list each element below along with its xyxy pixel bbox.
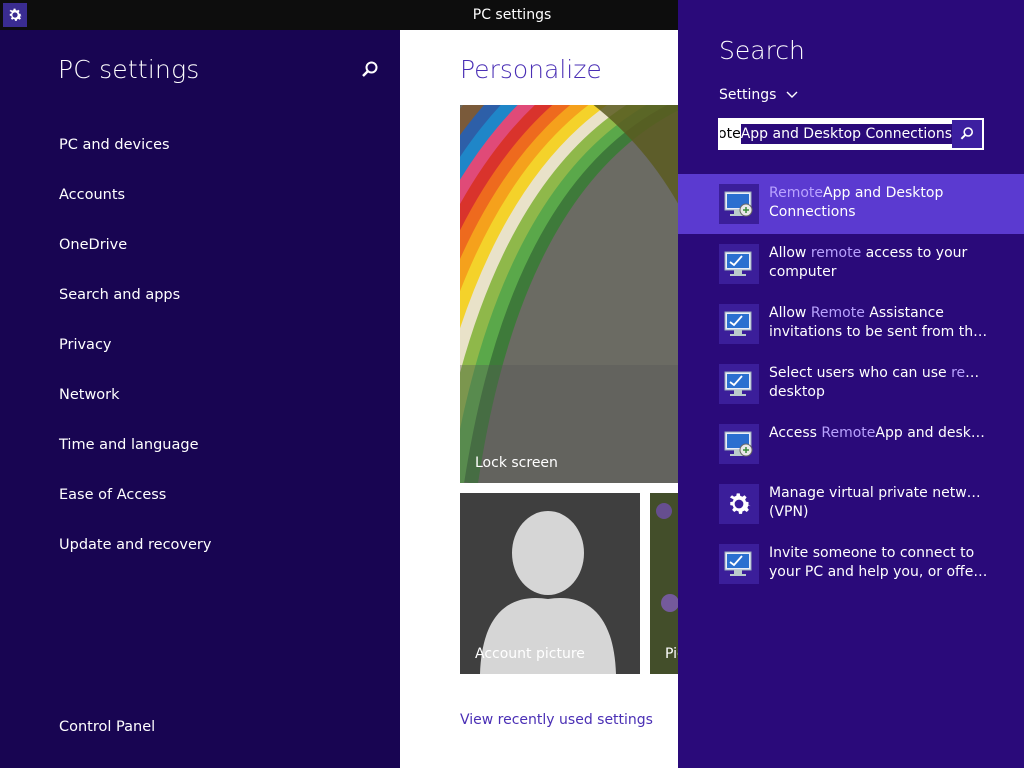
settings-nav: PC settings PC and devices Accounts OneD… [0,30,400,768]
nav-item-network[interactable]: Network [59,387,120,403]
search-result-item[interactable]: Select users who can use remote desktop [678,354,1024,414]
nav-heading: PC settings [58,55,200,84]
result-text: Manage virtual private networks [769,485,989,501]
search-query-prefix: ote [720,126,741,142]
gear-icon [719,484,759,524]
result-text-line2: desktop [769,384,825,400]
result-text: Select users who can use [769,365,952,381]
result-text: App and desktops [875,425,989,441]
remote-desktop-icon [719,184,759,224]
remote-desktop-icon [719,424,759,464]
search-query-text[interactable]: oteApp and Desktop Connections [720,120,952,148]
result-text: Allow [769,305,811,321]
search-icon [960,127,973,140]
picture-password-tile[interactable]: Pic [650,493,678,674]
control-panel-link[interactable]: Control Panel [59,719,155,735]
search-result-item[interactable]: RemoteApp and Desktop Connections [678,174,1024,234]
result-text: Assistance [864,305,944,321]
view-recent-settings-link[interactable]: View recently used settings [460,712,653,728]
nav-item-ease-of-access[interactable]: Ease of Access [59,487,166,503]
result-text-line2: Connections [769,204,856,220]
lock-screen-tile[interactable]: Lock screen [460,105,678,483]
system-monitor-icon [719,544,759,584]
search-result-item[interactable]: Allow Remote Assistance invitations to b… [678,294,1024,354]
search-query-selection: App and Desktop Connections [740,124,952,144]
search-results-list: RemoteApp and Desktop Connections Allow … [678,174,1024,594]
nav-item-pc-and-devices[interactable]: PC and devices [59,137,170,153]
result-text-line2: your PC and help you, or offer t... [769,564,989,580]
account-picture-label: Account picture [475,646,585,662]
search-charm-title: Search [719,36,805,65]
result-text: App and Desktop [823,185,944,201]
search-charm-pane: Search Settings oteApp and Desktop Conne… [678,0,1024,768]
result-text-line2: invitations to be sent from this c... [769,324,989,340]
search-result-item[interactable]: Manage virtual private networks (VPN) [678,474,1024,534]
search-scope-label: Settings [719,87,777,103]
page-title: Personalize [460,55,602,84]
search-result-item[interactable]: Access RemoteApp and desktops [678,414,1024,474]
nav-item-accounts[interactable]: Accounts [59,187,125,203]
search-scope-dropdown[interactable]: Settings [719,87,798,103]
system-monitor-icon [719,304,759,344]
nav-item-update-and-recovery[interactable]: Update and recovery [59,537,211,553]
result-text: Access [769,425,822,441]
system-monitor-icon [719,244,759,284]
result-highlight: Remote [821,425,876,441]
lock-screen-wallpaper-image [460,105,678,483]
picture-password-label: Pic [665,646,678,662]
result-text: Allow [769,245,811,261]
search-icon[interactable] [360,60,382,82]
search-submit-button[interactable] [952,120,982,148]
lock-screen-label: Lock screen [475,455,558,471]
system-monitor-icon [719,364,759,404]
personalize-page: Personalize Lock screen Account picture … [400,30,678,768]
nav-item-onedrive[interactable]: OneDrive [59,237,127,253]
result-text: access to your [861,245,968,261]
result-highlight: Remote [769,185,824,201]
chevron-down-icon [786,91,798,98]
nav-item-search-and-apps[interactable]: Search and apps [59,287,180,303]
nav-item-time-and-language[interactable]: Time and language [59,437,199,453]
result-text-line2: (VPN) [769,504,809,520]
result-highlight: remote [810,245,862,261]
account-picture-tile[interactable]: Account picture [460,493,640,674]
nav-item-privacy[interactable]: Privacy [59,337,112,353]
result-text-line2: computer [769,264,837,280]
search-input[interactable]: oteApp and Desktop Connections [718,118,984,150]
result-highlight: remote [951,365,989,381]
search-result-item[interactable]: Allow remote access to your computer [678,234,1024,294]
result-highlight: Remote [810,305,865,321]
search-result-item[interactable]: Invite someone to connect to your PC and… [678,534,1024,594]
result-text: Invite someone to connect to [769,545,975,561]
